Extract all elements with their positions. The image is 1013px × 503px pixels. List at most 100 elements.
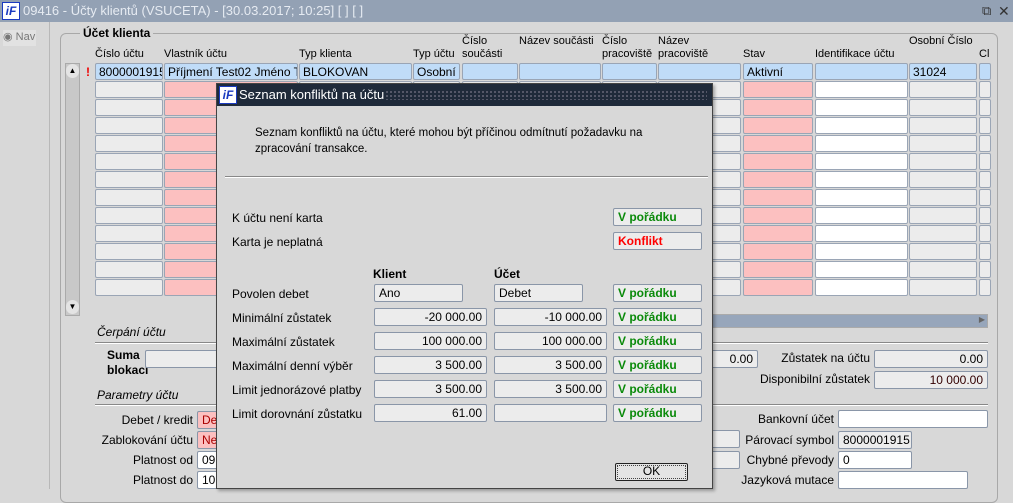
grid-cell[interactable] [95,207,163,224]
grid-cell[interactable] [95,135,163,152]
grid-cell[interactable] [815,135,908,152]
window-title: 09416 - Účty klientů (VSUCETA) - [30.03.… [23,3,364,18]
disponibilni-field[interactable]: 10 000.00 [874,371,988,389]
parovaci-field[interactable]: 8000001915 [838,431,912,449]
grid-cell[interactable] [815,63,908,80]
grid-cell[interactable]: Osobní [413,63,460,80]
grid-cell[interactable] [979,117,991,134]
grid-cell[interactable] [909,189,977,206]
grid-cell[interactable] [909,81,977,98]
nav-radio[interactable]: ◉ Nav [3,30,36,46]
grid-cell[interactable]: Aktivní [743,63,813,80]
column-header: Číslo pracoviště [602,35,653,60]
grid-cell[interactable] [815,225,908,242]
grid-cell[interactable] [979,189,991,206]
grid-cell[interactable] [815,171,908,188]
parovaci-label: Párovací symbol [745,433,834,447]
ok-button[interactable]: OK [615,463,688,481]
grid-cell[interactable] [979,153,991,170]
grid-cell[interactable] [743,171,813,188]
grid-cell[interactable] [909,135,977,152]
grid-cell[interactable] [95,189,163,206]
grid-cell[interactable] [743,99,813,116]
grid-cell[interactable] [743,261,813,278]
left-panel: ◉ Nav [0,22,50,489]
grid-cell[interactable] [909,153,977,170]
grid-cell[interactable] [979,207,991,224]
restore-icon[interactable]: ⧉ [982,0,991,22]
grid-cell[interactable] [658,63,741,80]
scroll-up-icon[interactable]: ▲ [66,64,79,78]
grid-cell[interactable] [909,279,977,296]
grid-cell[interactable] [979,63,991,80]
grid-vertical-scrollbar[interactable]: ▲ ▼ [65,63,80,316]
grid-cell[interactable] [979,261,991,278]
grid-cell[interactable] [95,243,163,260]
grid-cell[interactable] [815,117,908,134]
grid-cell[interactable] [815,243,908,260]
grid-cell[interactable] [979,243,991,260]
grid-horizontal-scrollbar[interactable]: ▶ [712,314,988,328]
grid-cell[interactable] [979,99,991,116]
grid-cell[interactable] [743,117,813,134]
grid-cell[interactable] [95,117,163,134]
platnost-od-label: Platnost od [132,453,193,467]
grid-cell[interactable] [815,189,908,206]
grid-cell[interactable] [979,81,991,98]
jazykova-field[interactable] [838,471,968,489]
close-icon[interactable]: ✕ [998,0,1010,22]
grid-cell[interactable] [462,63,518,80]
grid-cell[interactable]: 31024 [909,63,977,80]
grid-cell[interactable] [602,63,657,80]
grid-cell[interactable] [909,243,977,260]
grid-cell[interactable] [95,279,163,296]
grid-cell[interactable]: Příjmení Test02 Jméno Test [164,63,298,80]
grid-cell[interactable] [95,225,163,242]
grid-cell[interactable]: 8000001915 [95,63,163,80]
grid-cell[interactable] [743,207,813,224]
zustatek-label: Zůstatek na účtu [781,351,870,365]
grid-cell[interactable] [909,117,977,134]
grid-cell[interactable] [743,279,813,296]
grid-cell[interactable] [909,261,977,278]
grid-cell[interactable] [743,243,813,260]
grid-cell[interactable] [743,225,813,242]
column-header: Typ klienta [299,48,352,60]
grid-cell[interactable] [909,99,977,116]
grid-cell[interactable] [909,225,977,242]
grid-cell[interactable] [519,63,601,80]
check-status: V pořádku [613,208,702,226]
grid-cell[interactable] [815,81,908,98]
cerpani-section-title: Čerpání účtu [97,325,166,339]
grid-cell[interactable] [95,99,163,116]
scroll-down-icon[interactable]: ▼ [66,300,79,314]
grid-cell[interactable] [815,153,908,170]
grid-cell[interactable] [815,207,908,224]
grid-cell[interactable] [979,171,991,188]
dialog-title-bar[interactable]: iF Seznam konfliktů na účtu [217,84,712,106]
bankovni-field[interactable] [838,410,988,428]
grid-cell[interactable] [743,135,813,152]
scroll-right-icon[interactable]: ▶ [979,315,985,324]
grid-cell[interactable] [979,279,991,296]
grid-cell[interactable] [743,153,813,170]
grid-cell[interactable] [743,81,813,98]
grid-cell[interactable] [95,153,163,170]
grid-cell[interactable] [815,279,908,296]
chybne-field[interactable]: 0 [838,451,912,469]
grid-cell[interactable] [95,81,163,98]
zustatek-field[interactable]: 0.00 [874,350,988,368]
grid-cell[interactable] [815,261,908,278]
grid-cell[interactable] [979,225,991,242]
grid-cell[interactable]: BLOKOVAN [299,63,412,80]
ucet-value: Debet [494,284,583,302]
grid-cell[interactable] [909,171,977,188]
grid-cell[interactable] [979,135,991,152]
grid-cell[interactable] [95,171,163,188]
grid-cell[interactable] [95,261,163,278]
grid-cell[interactable] [743,189,813,206]
suma-blokaci-field[interactable] [145,350,225,368]
grid-cell[interactable] [815,99,908,116]
klient-value: 3 500.00 [374,356,487,374]
grid-cell[interactable] [909,207,977,224]
